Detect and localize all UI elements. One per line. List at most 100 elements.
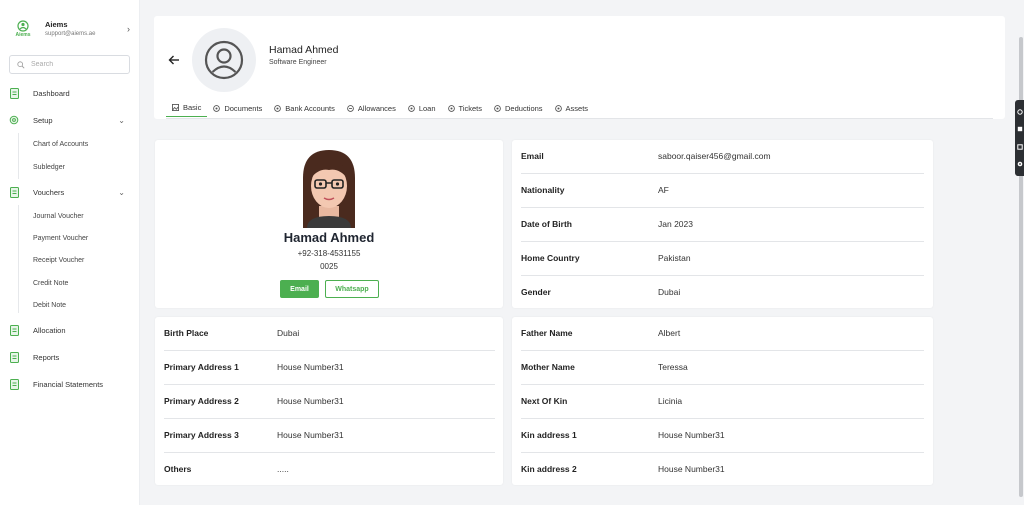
document-icon	[9, 324, 19, 336]
info-label: Kin address 2	[521, 464, 577, 474]
chevron-down-icon: ⌄	[118, 187, 125, 197]
image-icon	[172, 104, 179, 111]
info-label: Home Country	[521, 253, 580, 263]
gear-icon[interactable]	[1017, 161, 1023, 167]
chevron-right-icon: ›	[127, 24, 130, 34]
tab-label: Loan	[418, 103, 436, 113]
search-box[interactable]	[9, 55, 130, 74]
tab-label: Basic	[183, 103, 202, 112]
circle-icon	[274, 104, 282, 112]
document-icon	[9, 378, 19, 390]
info-value: AF	[658, 185, 669, 195]
info-value: Pakistan	[658, 253, 691, 263]
brand-logo-icon	[17, 20, 29, 32]
square-icon[interactable]	[1016, 144, 1023, 150]
tab-basic[interactable]: Basic	[166, 99, 208, 117]
sidebar-subitem-receipt-voucher[interactable]: Receipt Voucher	[33, 255, 84, 267]
info-value: .....	[277, 464, 289, 474]
tab-allowances[interactable]: Allowances	[341, 99, 402, 117]
sidebar-item-financial-statements[interactable]: Financial Statements	[9, 375, 131, 393]
sidebar-item-dashboard[interactable]: Dashboard	[9, 84, 131, 102]
tab-label: Deductions	[505, 103, 543, 113]
sidebar-subitem-journal-voucher[interactable]: Journal Voucher	[33, 211, 84, 223]
avatar	[192, 28, 256, 92]
info-row-gender: Gender Dubai	[521, 276, 924, 310]
gear-icon	[9, 115, 19, 126]
info-row-date-of-birth: Date of Birth Jan 2023	[521, 208, 924, 242]
sidebar-item-label: Vouchers	[33, 187, 65, 197]
info-label: Others	[164, 464, 192, 474]
info-label: Primary Address 1	[164, 362, 239, 372]
circle-icon	[447, 104, 455, 112]
employee-role: Software Engineer	[269, 59, 327, 66]
info-label: Primary Address 2	[164, 396, 239, 406]
search-input[interactable]	[31, 61, 126, 68]
sidebar-subitem-subledger[interactable]: Subledger	[33, 162, 65, 174]
sidebar-subitem-chart-of-accounts[interactable]: Chart of Accounts	[33, 139, 88, 151]
tree-line	[18, 133, 19, 179]
info-label: Father Name	[521, 328, 573, 338]
info-label: Mother Name	[521, 362, 575, 372]
whatsapp-button[interactable]: Whatsapp	[325, 280, 379, 298]
circle-icon	[494, 104, 501, 112]
tab-loan[interactable]: Loan	[402, 99, 442, 117]
info-value: House Number31	[277, 430, 344, 440]
document-icon	[9, 87, 19, 99]
sidebar-item-label: Allocation	[33, 325, 66, 335]
sidebar-item-reports[interactable]: Reports	[9, 348, 131, 366]
sidebar-subitem-payment-voucher[interactable]: Payment Voucher	[33, 233, 88, 245]
brand-name: Aiems	[45, 19, 68, 29]
arrow-left-icon[interactable]	[168, 54, 180, 66]
tab-bank-accounts[interactable]: Bank Accounts	[268, 99, 341, 117]
info-label: Date of Birth	[521, 219, 572, 229]
tab-documents[interactable]: Documents	[207, 99, 268, 117]
contact-info-card: Email saboor.qaiser456@gmail.com Nationa…	[512, 140, 933, 308]
sidebar-item-label: Setup	[33, 115, 53, 125]
tab-assets[interactable]: Assets	[549, 99, 595, 117]
info-label: Next Of Kin	[521, 396, 568, 406]
profile-name: Hamad Ahmed	[283, 230, 375, 245]
sidebar-item-label: Financial Statements	[33, 379, 104, 389]
email-button[interactable]: Email	[280, 280, 319, 298]
tab-tickets[interactable]: Tickets	[442, 99, 488, 117]
search-icon	[17, 60, 25, 68]
info-value: Dubai	[277, 328, 300, 338]
info-label: Email	[521, 151, 544, 161]
info-row-primary-address-2: Primary Address 2 House Number31	[164, 385, 495, 419]
tab-label: Bank Accounts	[285, 103, 335, 113]
info-value: Albert	[658, 328, 681, 338]
circle-icon	[554, 104, 562, 112]
sidebar-subitem-debit-note[interactable]: Debit Note	[33, 300, 66, 312]
settings-icon[interactable]	[1016, 109, 1023, 115]
profile-tabs: Basic Documents Bank Accounts Allowances…	[166, 99, 594, 119]
square-icon[interactable]	[1017, 126, 1023, 132]
employee-name: Hamad Ahmed	[269, 44, 339, 56]
info-value: House Number31	[658, 464, 725, 474]
info-row-others: Others .....	[164, 453, 495, 487]
circle-icon	[408, 104, 415, 112]
brand-switcher[interactable]: Aiems Aiems support@aiems.ae ›	[12, 16, 130, 42]
brand-email: support@aiems.ae	[45, 30, 96, 37]
info-value: Jan 2023	[658, 219, 693, 229]
info-row-home-country: Home Country Pakistan	[521, 242, 924, 276]
info-value: Licinia	[658, 396, 683, 406]
info-row-primary-address-1: Primary Address 1 House Number31	[164, 351, 495, 385]
tab-deductions[interactable]: Deductions	[488, 99, 549, 117]
sidebar-item-vouchers[interactable]: Vouchers ⌄	[9, 183, 131, 201]
profile-photo	[289, 148, 369, 228]
sidebar-subitem-credit-note[interactable]: Credit Note	[33, 278, 68, 290]
sidebar-item-setup[interactable]: Setup ⌄	[9, 111, 131, 129]
info-value: Dubai	[658, 287, 681, 297]
info-label: Kin address 1	[521, 430, 577, 440]
info-value: saboor.qaiser456@gmail.com	[658, 151, 771, 161]
sidebar-item-label: Dashboard	[33, 88, 70, 98]
info-label: Birth Place	[164, 328, 209, 338]
address-info-card: Birth Place Dubai Primary Address 1 Hous…	[155, 317, 503, 485]
floating-toolbar[interactable]	[1015, 100, 1024, 176]
sidebar-item-allocation[interactable]: Allocation	[9, 321, 131, 339]
info-row-kin-address-1: Kin address 1 House Number31	[521, 419, 924, 453]
tab-label: Documents	[224, 103, 263, 113]
info-value: House Number31	[277, 362, 344, 372]
info-row-birth-place: Birth Place Dubai	[164, 317, 495, 351]
info-row-kin-address-2: Kin address 2 House Number31	[521, 453, 924, 487]
